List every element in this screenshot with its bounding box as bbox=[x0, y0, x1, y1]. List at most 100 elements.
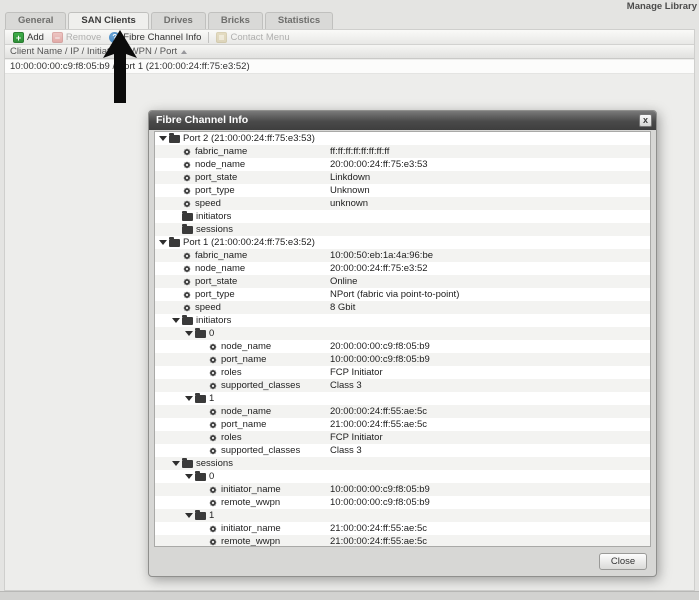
tree-node-value: 20:00:00:24:ff:75:e3:52 bbox=[330, 263, 428, 274]
expand-arrow-icon[interactable] bbox=[172, 318, 180, 323]
tree-row[interactable]: Port 2 (21:00:00:24:ff:75:e3:53) bbox=[155, 132, 650, 145]
tab-statistics[interactable]: Statistics bbox=[265, 12, 333, 29]
folder-icon bbox=[195, 473, 206, 481]
expand-arrow-icon[interactable] bbox=[159, 240, 167, 245]
dialog-close-x-button[interactable]: x bbox=[639, 114, 652, 127]
expand-arrow-icon[interactable] bbox=[172, 461, 180, 466]
tree-node-label: Port 1 (21:00:00:24:ff:75:e3:52) bbox=[183, 237, 315, 248]
tab-bricks[interactable]: Bricks bbox=[208, 12, 263, 29]
tree-row[interactable]: 0 bbox=[155, 327, 650, 340]
tree-node-label: port_type bbox=[195, 185, 235, 196]
tree-row[interactable]: speed8 Gbit bbox=[155, 301, 650, 314]
expand-arrow-icon[interactable] bbox=[159, 136, 167, 141]
tree-row[interactable]: Port 1 (21:00:00:24:ff:75:e3:52) bbox=[155, 236, 650, 249]
folder-icon bbox=[182, 317, 193, 325]
tree-row[interactable]: node_name20:00:00:24:ff:75:e3:53 bbox=[155, 158, 650, 171]
gear-icon bbox=[182, 160, 192, 170]
tab-drives[interactable]: Drives bbox=[151, 12, 206, 29]
tree-node-value: Class 3 bbox=[330, 445, 362, 456]
tree-node-label: port_state bbox=[195, 172, 237, 183]
gear-icon bbox=[208, 537, 218, 547]
tree-node-value: FCP Initiator bbox=[330, 432, 383, 443]
tree-row[interactable]: remote_wwpn10:00:00:00:c9:f8:05:b9 bbox=[155, 496, 650, 509]
tree-node-value: 20:00:00:00:c9:f8:05:b9 bbox=[330, 341, 430, 352]
tree-row[interactable]: port_name10:00:00:00:c9:f8:05:b9 bbox=[155, 353, 650, 366]
expand-arrow-icon[interactable] bbox=[185, 474, 193, 479]
tree-row[interactable]: roles FCP Initiator bbox=[155, 431, 650, 444]
tree-node-label: initiator_name bbox=[221, 523, 281, 534]
tree-row[interactable]: 1 bbox=[155, 392, 650, 405]
tree-row[interactable]: remote_wwpn21:00:00:24:ff:55:ae:5c bbox=[155, 535, 650, 547]
tree-row[interactable]: port_stateLinkdown bbox=[155, 171, 650, 184]
tree-node-label: port_type bbox=[195, 289, 235, 300]
plus-icon: + bbox=[13, 32, 24, 43]
folder-icon bbox=[182, 213, 193, 221]
tree-row[interactable]: fabric_nameff:ff:ff:ff:ff:ff:ff:ff bbox=[155, 145, 650, 158]
tree-row[interactable]: initiators bbox=[155, 314, 650, 327]
gear-icon bbox=[208, 368, 218, 378]
expand-arrow-icon[interactable] bbox=[185, 513, 193, 518]
minus-icon: − bbox=[52, 32, 63, 43]
expand-arrow-icon[interactable] bbox=[185, 396, 193, 401]
gear-icon bbox=[208, 420, 218, 430]
tree-row[interactable]: sessions bbox=[155, 457, 650, 470]
tree-node-label: initiator_name bbox=[221, 484, 281, 495]
dialog-footer: Close bbox=[149, 547, 656, 576]
gear-icon bbox=[208, 485, 218, 495]
tab-label: Bricks bbox=[221, 15, 250, 26]
tree-row[interactable]: initiator_name21:00:00:24:ff:55:ae:5c bbox=[155, 522, 650, 535]
tab-general[interactable]: General bbox=[5, 12, 66, 29]
tree-node-label: sessions bbox=[196, 224, 233, 235]
gear-icon bbox=[182, 199, 192, 209]
folder-icon bbox=[182, 460, 193, 468]
contact-menu-button[interactable]: Contact Menu bbox=[212, 30, 293, 45]
app-window: Manage Library GeneralSAN ClientsDrivesB… bbox=[0, 0, 699, 600]
tree-row[interactable]: sessions bbox=[155, 223, 650, 236]
tree-row[interactable]: port_name21:00:00:24:ff:55:ae:5c bbox=[155, 418, 650, 431]
gear-icon bbox=[182, 147, 192, 157]
tree-row[interactable]: node_name20:00:00:00:c9:f8:05:b9 bbox=[155, 340, 650, 353]
tree-row[interactable]: fabric_name10:00:50:eb:1a:4a:96:be bbox=[155, 249, 650, 262]
tree-row[interactable]: port_typeNPort (fabric via point-to-poin… bbox=[155, 288, 650, 301]
bottom-strip bbox=[0, 591, 699, 600]
tree-row[interactable]: rolesFCP Initiator bbox=[155, 366, 650, 379]
gear-icon bbox=[182, 186, 192, 196]
tree-row[interactable]: supported_classesClass 3 bbox=[155, 444, 650, 457]
tree-node-value: Online bbox=[330, 276, 357, 287]
close-button[interactable]: Close bbox=[599, 553, 647, 570]
tree-node-label: roles bbox=[221, 432, 242, 443]
dialog-title-bar[interactable]: Fibre Channel Info x bbox=[149, 111, 656, 130]
tree-row[interactable]: initiator_name10:00:00:00:c9:f8:05:b9 bbox=[155, 483, 650, 496]
toolbar-separator bbox=[208, 32, 209, 43]
tab-bar: GeneralSAN ClientsDrives Bricks Statistics bbox=[5, 12, 333, 29]
tree-row[interactable]: node_name20:00:00:24:ff:55:ae:5c bbox=[155, 405, 650, 418]
gear-icon bbox=[208, 381, 218, 391]
tree-node-label: initiators bbox=[196, 211, 231, 222]
add-button[interactable]: + Add bbox=[9, 30, 48, 45]
tree-node-value: 20:00:00:24:ff:75:e3:53 bbox=[330, 159, 428, 170]
fc-tree: Port 2 (21:00:00:24:ff:75:e3:53)fabric_n… bbox=[154, 131, 651, 547]
tree-node-label: node_name bbox=[221, 406, 271, 417]
expand-arrow-icon[interactable] bbox=[185, 331, 193, 336]
gear-icon bbox=[182, 173, 192, 183]
tree-node-label: speed bbox=[195, 198, 221, 209]
tree-node-value: 10:00:00:00:c9:f8:05:b9 bbox=[330, 354, 430, 365]
tree-node-label: port_state bbox=[195, 276, 237, 287]
tree-row[interactable]: speed unknown bbox=[155, 197, 650, 210]
tree-row[interactable]: node_name20:00:00:24:ff:75:e3:52 bbox=[155, 262, 650, 275]
gear-icon bbox=[208, 355, 218, 365]
remove-button[interactable]: − Remove bbox=[48, 30, 105, 45]
tree-row[interactable]: port_state Online bbox=[155, 275, 650, 288]
tree-node-value: 10:00:50:eb:1a:4a:96:be bbox=[330, 250, 433, 261]
gear-icon bbox=[208, 407, 218, 417]
tree-row[interactable]: supported_classesClass 3 bbox=[155, 379, 650, 392]
tree-row[interactable]: port_typeUnknown bbox=[155, 184, 650, 197]
tree-node-value: unknown bbox=[330, 198, 368, 209]
tree-row[interactable]: 0 bbox=[155, 470, 650, 483]
tree-node-label: initiators bbox=[196, 315, 231, 326]
tree-row[interactable]: 1 bbox=[155, 509, 650, 522]
tab-san-clients[interactable]: SAN Clients bbox=[68, 12, 148, 29]
tree-row[interactable]: initiators bbox=[155, 210, 650, 223]
annotation-arrow bbox=[102, 30, 138, 104]
add-button-label: Add bbox=[27, 32, 44, 43]
